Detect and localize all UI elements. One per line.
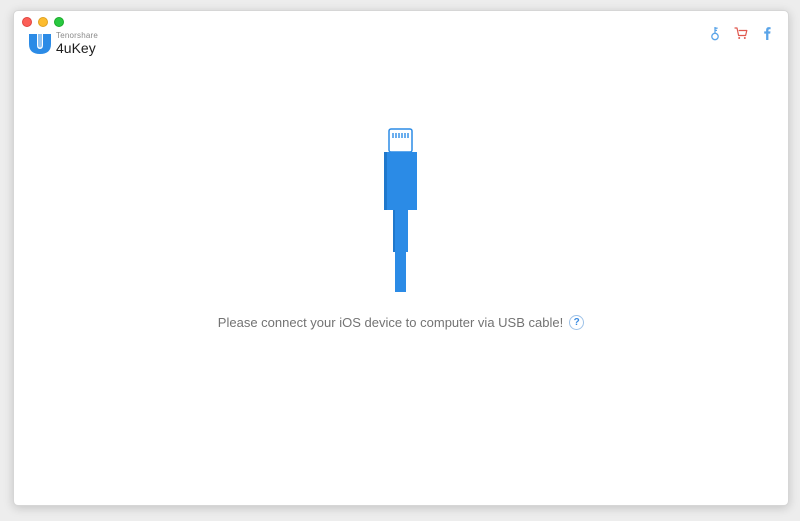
maximize-window-button[interactable] [54, 17, 64, 27]
facebook-icon[interactable] [760, 25, 774, 41]
app-window: Tenorshare 4uKey Please connect your iOS… [13, 10, 789, 506]
lightning-cable-icon [384, 128, 417, 292]
connect-prompt: Please connect your iOS device to comput… [14, 315, 788, 330]
close-window-button[interactable] [22, 17, 32, 27]
app-name: 4uKey [56, 39, 96, 56]
connect-message: Please connect your iOS device to comput… [217, 315, 564, 330]
window-controls [22, 17, 64, 27]
help-button[interactable]: ? [569, 315, 585, 330]
header-actions [708, 25, 774, 41]
cart-icon[interactable] [734, 25, 748, 41]
key-icon[interactable] [708, 25, 722, 41]
app-logo: Tenorshare 4uKey [28, 31, 98, 55]
vendor-name: Tenorshare [56, 30, 99, 40]
minimize-window-button[interactable] [38, 17, 48, 27]
tenorshare-logo-icon [29, 34, 51, 54]
